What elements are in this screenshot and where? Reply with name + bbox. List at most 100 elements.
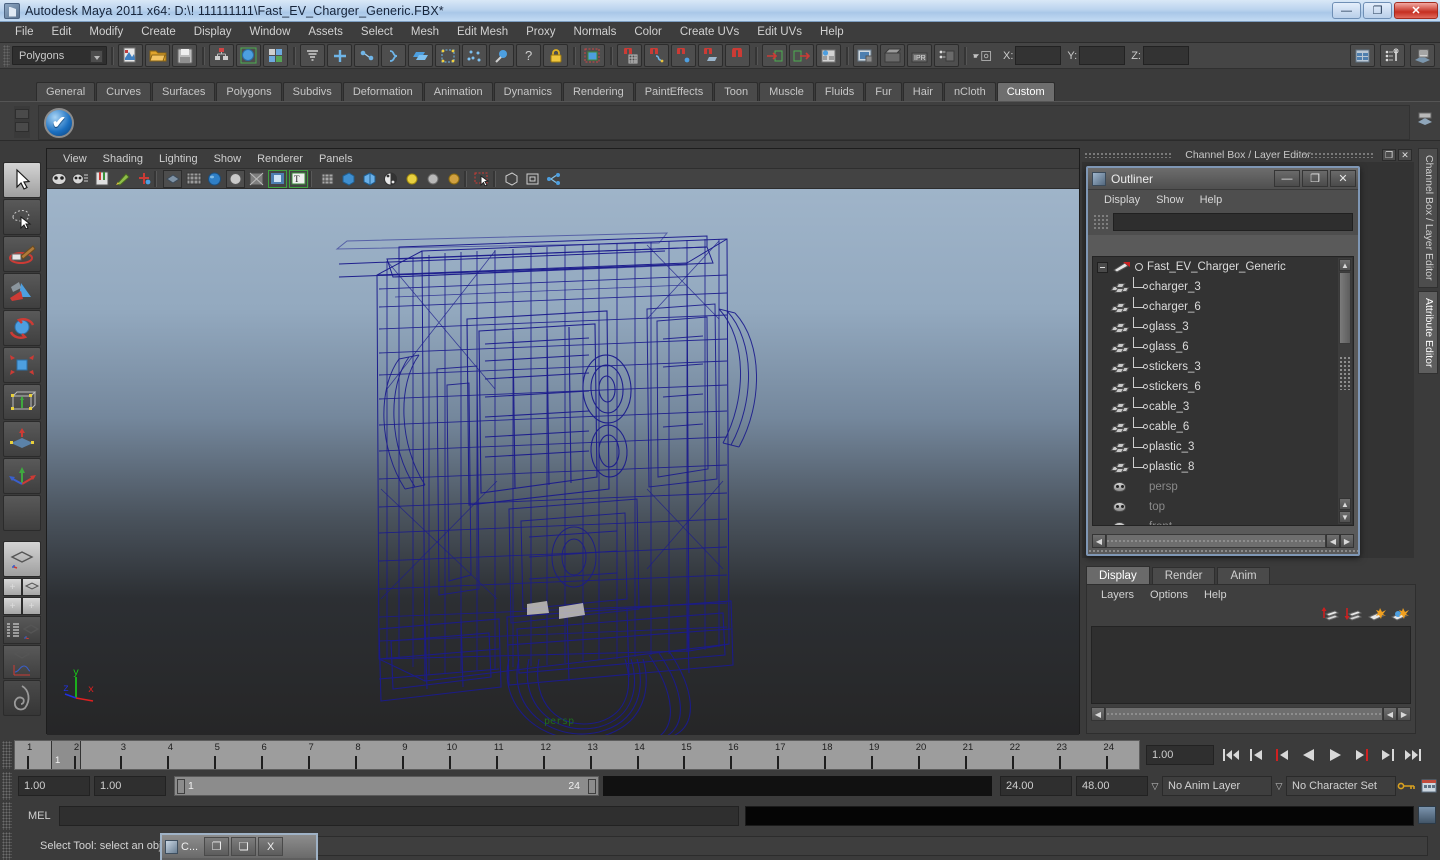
outliner-menu-display[interactable]: Display xyxy=(1096,194,1148,206)
time-slider[interactable]: 1 1 2 3 4 5 6 7 8 9 10 11 12 13 14 15 16 17 18 19 20 21 22 23 2… xyxy=(14,740,1140,770)
close-button[interactable]: ✕ xyxy=(1394,2,1438,19)
panel-close-button[interactable]: ✕ xyxy=(1398,149,1412,161)
select-highlight-icon[interactable] xyxy=(580,44,605,67)
taskbar-popup-window[interactable]: C... ❐ ❏ X xyxy=(160,833,318,860)
viewport-menu-lighting[interactable]: Lighting xyxy=(151,152,206,166)
lights-icon[interactable] xyxy=(226,169,245,188)
output-connections-icon[interactable] xyxy=(789,44,814,67)
shelf-tab-painteffects[interactable]: PaintEffects xyxy=(634,82,714,101)
step-back-keyframe-icon[interactable] xyxy=(1246,744,1268,766)
time-slider-grip[interactable] xyxy=(2,741,12,769)
xray-joints-icon[interactable]: T xyxy=(289,169,308,188)
outliner-persp-layout[interactable] xyxy=(3,616,41,644)
outliner-row[interactable]: cable_6 xyxy=(1093,417,1337,437)
range-start-field[interactable]: 1.00 xyxy=(94,776,166,796)
outliner-maximize-button[interactable]: ❐ xyxy=(1302,170,1328,187)
layer-hscroll-left2-icon[interactable]: ◀ xyxy=(1383,707,1397,721)
four-view-layout[interactable]: + xyxy=(3,578,22,596)
two-pane-layout[interactable]: + xyxy=(3,597,22,615)
smooth-shade-icon[interactable] xyxy=(163,169,182,188)
play-backwards-icon[interactable] xyxy=(1298,744,1320,766)
construction-history-toggle-icon[interactable] xyxy=(816,44,841,67)
panel-grip-left[interactable] xyxy=(1084,152,1172,158)
magnet-curve-icon[interactable] xyxy=(644,44,669,67)
snap-to-plane-icon[interactable] xyxy=(408,44,433,67)
magnet-plane-icon[interactable] xyxy=(698,44,723,67)
outliner-scroll-up-icon[interactable]: ▲ xyxy=(1339,259,1351,271)
last-tool-used[interactable] xyxy=(3,495,41,531)
xray-icon[interactable] xyxy=(268,169,287,188)
select-by-object-icon[interactable] xyxy=(236,44,261,67)
step-forward-keyframe-icon[interactable] xyxy=(1376,744,1398,766)
resolution-gate-icon[interactable] xyxy=(360,170,379,188)
menu-item-create[interactable]: Create xyxy=(132,24,185,40)
shelf-options-icon[interactable] xyxy=(1416,110,1436,132)
ipr-render-icon[interactable]: IPR xyxy=(907,44,932,67)
move-layer-up-icon[interactable] xyxy=(1321,606,1340,622)
outliner-search-input[interactable] xyxy=(1113,213,1353,231)
soft-modification-tool[interactable] xyxy=(3,421,41,457)
y-field[interactable] xyxy=(1079,46,1126,65)
layer-tab-render[interactable]: Render xyxy=(1151,567,1216,584)
menu-item-create-uvs[interactable]: Create UVs xyxy=(671,24,748,40)
outliner-row[interactable]: cable_3 xyxy=(1093,397,1337,417)
menu-item-display[interactable]: Display xyxy=(185,24,241,40)
range-slider-bar[interactable]: 1 24 xyxy=(174,776,599,796)
outliner-row[interactable]: stickers_3 xyxy=(1093,357,1337,377)
outliner-title-bar[interactable]: Outliner — ❐ ✕ xyxy=(1088,168,1358,190)
shelf-scroll-up-icon[interactable] xyxy=(15,109,29,119)
new-layer-icon[interactable] xyxy=(1367,606,1386,622)
lock-icon[interactable] xyxy=(543,44,568,67)
outliner-row[interactable]: charger_6 xyxy=(1093,297,1337,317)
channel-box-icon[interactable] xyxy=(1350,44,1375,67)
taskbar-restore-button[interactable]: ❐ xyxy=(204,837,230,856)
outliner-tree[interactable]: Fast_EV_Charger_Generic charger_3 charger_… xyxy=(1092,256,1354,526)
help-icon[interactable]: ? xyxy=(516,44,541,67)
menu-item-help[interactable]: Help xyxy=(811,24,853,40)
range-slider-grip[interactable] xyxy=(2,772,12,800)
outliner-row[interactable]: glass_6 xyxy=(1093,337,1337,357)
outliner-scroll-grip[interactable] xyxy=(1339,356,1351,390)
ibl-icon[interactable] xyxy=(444,170,463,188)
shelf-tab-toon[interactable]: Toon xyxy=(714,82,759,101)
chevron-down-icon[interactable] xyxy=(90,50,103,63)
menu-item-color[interactable]: Color xyxy=(625,24,670,40)
snap-to-curve-icon[interactable] xyxy=(354,44,379,67)
shelf-tab-surfaces[interactable]: Surfaces xyxy=(151,82,216,101)
shelf-tab-dynamics[interactable]: Dynamics xyxy=(493,82,562,101)
magnet-grid-icon[interactable] xyxy=(617,44,642,67)
new-layer-from-selected-icon[interactable] xyxy=(1390,606,1409,622)
anim-end-field[interactable]: 48.00 xyxy=(1076,776,1148,796)
outliner-vertical-scrollbar[interactable]: ▲ ▲ ▼ xyxy=(1338,258,1352,524)
outliner-hscroll-left2-icon[interactable]: ◀ xyxy=(1326,534,1340,548)
tool-settings-icon[interactable] xyxy=(1380,44,1405,67)
magnet-view-icon[interactable] xyxy=(725,44,750,67)
layer-menu-layers[interactable]: Layers xyxy=(1093,589,1142,601)
layer-tab-display[interactable]: Display xyxy=(1086,566,1150,584)
perspective-viewport[interactable]: persp y x z xyxy=(47,189,1079,735)
right-tab-channel-box-layer-editor[interactable]: Channel Box / Layer Editor xyxy=(1418,148,1438,288)
outliner-camera-row[interactable]: persp xyxy=(1093,477,1337,497)
menu-item-edit-uvs[interactable]: Edit UVs xyxy=(748,24,811,40)
paint-select-tool[interactable] xyxy=(3,236,41,272)
outliner-scroll-thumb[interactable] xyxy=(1339,272,1351,344)
chevron-down-icon-2[interactable]: ▽ xyxy=(1272,776,1286,796)
shelf-tab-deformation[interactable]: Deformation xyxy=(342,82,423,101)
snap-to-view-plane-icon[interactable] xyxy=(435,44,460,67)
menu-set-selector[interactable]: Polygons xyxy=(12,46,107,65)
camera-attributes-icon[interactable] xyxy=(71,170,90,188)
viewport-menu-panels[interactable]: Panels xyxy=(311,152,361,166)
outliner-row[interactable]: stickers_6 xyxy=(1093,377,1337,397)
attribute-editor-icon[interactable] xyxy=(1410,44,1435,67)
script-editor-icon[interactable] xyxy=(1418,806,1436,824)
menu-item-assets[interactable]: Assets xyxy=(299,24,352,40)
expand-collapse-icon[interactable] xyxy=(1097,261,1108,273)
make-live-icon[interactable] xyxy=(462,44,487,67)
menu-item-normals[interactable]: Normals xyxy=(565,24,626,40)
save-scene-icon[interactable] xyxy=(172,44,197,67)
shadows-icon[interactable] xyxy=(247,170,266,188)
maximize-button[interactable]: ❐ xyxy=(1363,2,1392,19)
command-line-input[interactable] xyxy=(58,806,739,826)
shelf-tab-polygons[interactable]: Polygons xyxy=(216,82,282,101)
shelf-tab-fur[interactable]: Fur xyxy=(865,82,902,101)
